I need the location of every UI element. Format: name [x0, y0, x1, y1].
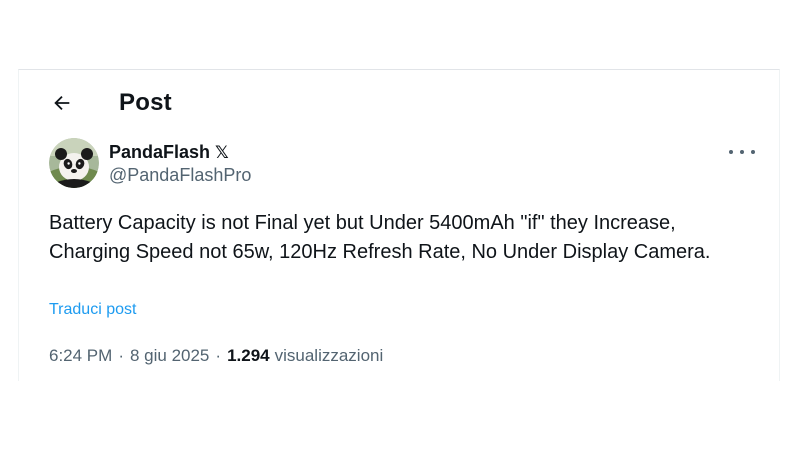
- more-horizontal-icon: [729, 150, 733, 154]
- arrow-left-icon: [54, 95, 70, 111]
- author-display-name[interactable]: PandaFlash: [109, 142, 210, 163]
- name-row: PandaFlash 𝕏: [109, 140, 251, 164]
- meta-separator: ·: [215, 346, 222, 365]
- author-block: PandaFlash 𝕏 @PandaFlashPro: [49, 138, 251, 188]
- more-options-button[interactable]: [729, 144, 755, 160]
- post-date[interactable]: 8 giu 2025: [130, 346, 209, 366]
- panda-avatar-icon: [49, 138, 99, 188]
- back-button[interactable]: [49, 90, 75, 116]
- x-verified-icon: 𝕏: [215, 142, 229, 162]
- meta-separator: ·: [118, 346, 124, 365]
- page: Post PandaFlash 𝕏 @PandaFlashPro Battery…: [0, 0, 800, 450]
- author-handle[interactable]: @PandaFlashPro: [109, 165, 251, 186]
- post-meta: 6:24 PM · 8 giu 2025 · 1.294 visualizzaz…: [49, 346, 383, 366]
- translate-post-link[interactable]: Traduci post: [49, 301, 136, 319]
- author-text: PandaFlash 𝕏 @PandaFlashPro: [109, 140, 251, 186]
- post-card: Post PandaFlash 𝕏 @PandaFlashPro Battery…: [18, 69, 780, 381]
- views-label: visualizzazioni: [274, 346, 384, 365]
- more-horizontal-icon-dot: [751, 150, 755, 154]
- post-text: Battery Capacity is not Final yet but Un…: [49, 212, 711, 263]
- post-time[interactable]: 6:24 PM: [49, 346, 112, 366]
- avatar[interactable]: [49, 138, 99, 188]
- views-count: 1.294: [227, 346, 270, 365]
- page-title: Post: [119, 89, 172, 116]
- post-header: Post: [49, 88, 172, 118]
- more-horizontal-icon-dot: [740, 150, 744, 154]
